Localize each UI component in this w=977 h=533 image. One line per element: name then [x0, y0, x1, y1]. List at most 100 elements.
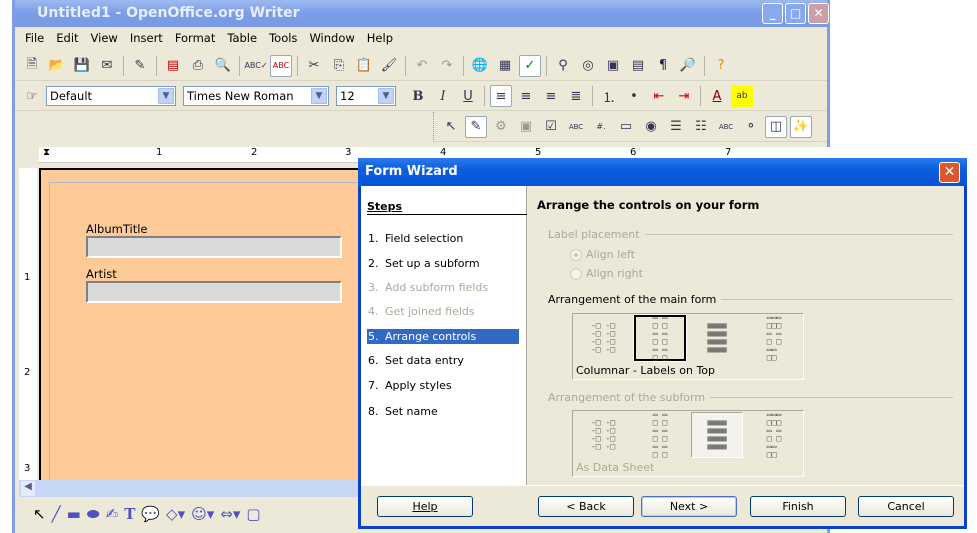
align-left-icon[interactable]: ≡ — [490, 85, 512, 107]
combo-box-icon[interactable]: ☷ — [690, 116, 712, 138]
align-right-icon[interactable]: ≡ — [540, 85, 562, 107]
design-mode-icon[interactable]: ✎ — [465, 115, 487, 138]
align-left-radio[interactable]: Align left — [570, 248, 635, 261]
block-arrows-icon[interactable]: ⇔▾ — [220, 505, 240, 523]
hyperlink-icon[interactable]: 🌐 — [469, 55, 491, 77]
font-color-icon[interactable]: A — [706, 85, 728, 107]
step-7[interactable]: 7. Apply styles — [367, 378, 519, 393]
step-6[interactable]: 6. Set data entry — [367, 353, 519, 368]
callout-icon[interactable]: 💬 — [141, 505, 160, 523]
step-5[interactable]: 5. Arrange controls — [367, 329, 519, 344]
italic-button[interactable]: I — [432, 85, 454, 107]
finish-button[interactable]: Finish — [750, 496, 846, 517]
nonprinting-chars-icon[interactable]: ¶ — [652, 55, 674, 77]
textbox-icon[interactable]: ABC — [565, 116, 587, 138]
menu-format[interactable]: Format — [169, 28, 222, 48]
ellipse-icon[interactable]: ⬬ — [87, 505, 100, 523]
justify-icon[interactable]: ≣ — [565, 85, 587, 107]
menu-window[interactable]: Window — [303, 28, 360, 48]
menu-view[interactable]: View — [85, 28, 124, 48]
step-8[interactable]: 8. Set name — [367, 404, 519, 419]
arrangement-columnar-labels-left-option[interactable]: -□ -□ -□ -□ -□ -□ -□ -□ — [577, 412, 629, 458]
new-icon[interactable]: 🗎 — [21, 55, 43, 77]
arrangement-as-data-sheet-option[interactable]: ▦▦▦▦ ▦▦▦▦ ▦▦▦▦ ▦▦▦▦ — [691, 315, 743, 361]
freeform-icon[interactable]: ✍ — [106, 505, 119, 523]
decrease-indent-icon[interactable]: ⇤ — [648, 85, 670, 107]
back-button[interactable]: < Back — [538, 496, 634, 517]
document-page[interactable]: AlbumTitle Artist — [39, 168, 389, 482]
arrangement-columnar-labels-left-option[interactable]: -□ -□ -□ -□ -□ -□ -□ -□ — [577, 315, 629, 361]
scroll-left-icon[interactable]: ◀ — [21, 481, 35, 496]
navigator-icon[interactable]: ◎ — [577, 55, 599, 77]
next-button[interactable]: Next > — [641, 496, 737, 517]
undo-icon[interactable]: ↶ — [411, 55, 433, 77]
email-icon[interactable]: ✉ — [96, 55, 118, 77]
bold-button[interactable]: B — [407, 85, 429, 107]
maximize-button[interactable]: □ — [785, 3, 806, 24]
indent-marker-icon[interactable]: ⧗ — [43, 147, 50, 158]
size-select[interactable]: 12 ▼ — [336, 86, 396, 106]
menu-insert[interactable]: Insert — [124, 28, 169, 48]
help-button[interactable]: Help — [377, 496, 473, 517]
symbol-shapes-icon[interactable]: ☺▾ — [191, 505, 214, 523]
styles-icon[interactable]: ☞ — [21, 85, 43, 107]
help-icon[interactable]: ? — [710, 55, 732, 77]
spellcheck-icon[interactable]: ABC✓ — [244, 55, 267, 77]
underline-button[interactable]: U — [457, 85, 479, 107]
checkbox-icon[interactable]: ☑ — [540, 116, 562, 138]
open-icon[interactable]: 📂 — [46, 55, 68, 77]
increase-indent-icon[interactable]: ⇥ — [673, 85, 695, 107]
arrangement-columnar-labels-top-option[interactable]: ▭ ▭ □ □ ▭ ▭ □ □ ▭ ▭ □ □ — [633, 314, 687, 362]
rectangle-icon[interactable]: ▬ — [67, 505, 81, 523]
copy-icon[interactable]: ⎘ — [328, 55, 350, 77]
text-icon[interactable]: T — [124, 505, 135, 523]
line-icon[interactable]: ╱ — [52, 505, 61, 523]
gallery-icon[interactable]: ▣ — [602, 55, 624, 77]
select-pointer-icon[interactable]: ↖ — [440, 116, 462, 138]
save-icon[interactable]: 💾 — [71, 55, 93, 77]
page-preview-icon[interactable]: 🔍 — [212, 55, 234, 77]
artist-field[interactable] — [86, 281, 342, 303]
step-2[interactable]: 2. Set up a subform — [367, 256, 519, 271]
table-icon[interactable]: ▦ — [494, 55, 516, 77]
menu-help[interactable]: Help — [361, 28, 399, 48]
cancel-button[interactable]: Cancel — [858, 496, 954, 517]
dialog-close-button[interactable]: ✕ — [939, 162, 960, 183]
form-design-icon[interactable]: ▣ — [515, 116, 537, 138]
style-select[interactable]: Default ▼ — [46, 86, 176, 106]
formatted-field-icon[interactable]: #. — [590, 116, 612, 138]
menu-edit[interactable]: Edit — [50, 28, 84, 48]
font-select[interactable]: Times New Roman ▼ — [183, 86, 329, 106]
flowchart-icon[interactable]: ▢ — [246, 505, 260, 523]
autospellcheck-icon[interactable]: ABC — [270, 54, 292, 77]
form-design-toolbar-icon[interactable]: ◫ — [765, 115, 787, 138]
list-box-icon[interactable]: ☰ — [665, 116, 687, 138]
menu-table[interactable]: Table — [221, 28, 263, 48]
print-icon[interactable]: ⎙ — [187, 55, 209, 77]
edit-file-icon[interactable]: ✎ — [129, 55, 151, 77]
find-replace-icon[interactable]: ⚲ — [552, 55, 574, 77]
close-button[interactable]: ✕ — [808, 3, 829, 24]
align-center-icon[interactable]: ≡ — [515, 85, 537, 107]
arrangement-columnar-labels-top-option[interactable]: ▭ ▭ □ □ ▭ ▭ □ □ ▭ ▭ □ □ — [634, 411, 686, 459]
step-1[interactable]: 1. Field selection — [367, 231, 519, 246]
align-right-radio[interactable]: Align right — [570, 267, 643, 280]
pdf-icon[interactable]: ▤ — [162, 55, 184, 77]
bullets-icon[interactable]: • — [623, 85, 645, 107]
wizards-icon[interactable]: ✨ — [790, 115, 812, 138]
zoom-icon[interactable]: 🔎 — [677, 55, 699, 77]
paste-icon[interactable]: 📋 — [353, 55, 375, 77]
data-sources-icon[interactable]: ▤ — [627, 55, 649, 77]
more-controls-icon[interactable]: ⚬ — [740, 116, 762, 138]
minimize-button[interactable]: _ — [762, 3, 783, 24]
horizontal-scrollbar[interactable]: ◀ — [19, 480, 369, 497]
cut-icon[interactable]: ✂ — [303, 55, 325, 77]
arrangement-in-blocks-labels-above-option[interactable]: ▭▭▭ □□□ ▭ ▭ □ □ ▭▭ □□ — [748, 314, 800, 362]
basic-shapes-icon[interactable]: ◇▾ — [166, 505, 185, 523]
redo-icon[interactable]: ↷ — [436, 55, 458, 77]
menu-file[interactable]: File — [19, 28, 50, 48]
highlight-icon[interactable]: ab — [731, 85, 753, 107]
draw-functions-icon[interactable]: ✓ — [519, 54, 541, 77]
arrangement-as-data-sheet-option[interactable]: ▦▦▦▦ ▦▦▦▦ ▦▦▦▦ ▦▦▦▦ — [691, 412, 743, 458]
option-button-icon[interactable]: ◉ — [640, 116, 662, 138]
